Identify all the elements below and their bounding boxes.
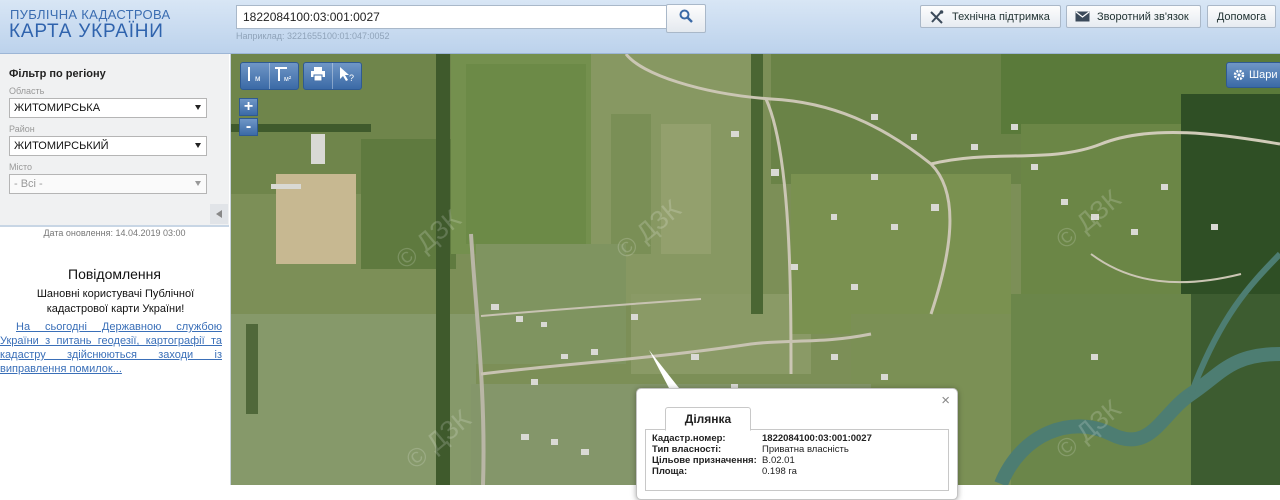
parcel-row-value: 1822084100:03:001:0027 (762, 433, 872, 444)
region-select[interactable]: ЖИТОМИРСЬКА (9, 98, 207, 118)
search-button[interactable] (666, 4, 706, 33)
area-m-icon: м² (273, 65, 295, 88)
feedback-button[interactable]: Зворотний зв'язок (1066, 5, 1201, 28)
tab-parcel[interactable]: Ділянка (665, 407, 751, 431)
district-select-value: ЖИТОМИРСЬКИЙ (14, 140, 109, 152)
parcel-row-key: Площа: (652, 466, 688, 477)
city-label: Місто (9, 162, 33, 172)
parcel-info-popup: × Ділянка Кадастр.номер: 1822084100:03:0… (636, 388, 958, 500)
svg-text:м²: м² (284, 76, 292, 83)
support-button[interactable]: Технічна підтримка (920, 5, 1061, 28)
district-select[interactable]: ЖИТОМИРСЬКИЙ (9, 136, 207, 156)
filter-title: Фільтр по регіону (9, 68, 106, 80)
dropdown-arrow-icon (195, 143, 201, 148)
print-button[interactable] (304, 63, 333, 89)
search-hint: Наприклад: 3221655100:01:047:0052 (236, 31, 390, 41)
update-date: Дата оновлення: 14.04.2019 03:00 (43, 228, 186, 238)
search-icon (679, 9, 693, 28)
ruler-m-icon: м (244, 65, 266, 88)
logo-main-text[interactable]: КАРТА УКРАЇНИ (9, 21, 164, 43)
dropdown-arrow-icon (195, 181, 201, 186)
region-filter: Фільтр по регіону Область ЖИТОМИРСЬКА Ра… (0, 54, 229, 227)
measure-area-button[interactable]: м² (270, 63, 298, 89)
parcel-row-value: Приватна власність (762, 444, 849, 455)
chevron-left-icon (216, 205, 222, 223)
parcel-row-value: 0.198 га (762, 466, 797, 477)
measure-toolbar: м м² (240, 62, 299, 90)
logo-top-text[interactable]: ПУБЛІЧНА КАДАСТРОВА (10, 7, 170, 22)
cadastral-search-input[interactable] (236, 5, 672, 29)
close-icon[interactable]: × (941, 392, 950, 409)
city-select-value: - Всі - (14, 178, 43, 190)
notice-link[interactable]: На сьогодні Державною службою України з … (0, 320, 222, 376)
layers-button-label: Шари (1249, 69, 1278, 81)
svg-text:?: ? (349, 73, 354, 82)
region-label: Область (9, 86, 45, 96)
feedback-button-label: Зворотний зв'язок (1097, 10, 1189, 23)
city-select[interactable]: - Всі - (9, 174, 207, 194)
identify-button[interactable]: ? (333, 63, 361, 89)
help-button-label: Допомога (1216, 10, 1267, 23)
parcel-details: Кадастр.номер: 1822084100:03:001:0027 Ти… (645, 430, 949, 491)
header: ПУБЛІЧНА КАДАСТРОВА КАРТА УКРАЇНИ Наприк… (0, 0, 1280, 54)
notice-text: Шановні користувачі Публічної кадастрово… (36, 288, 195, 315)
layers-button[interactable]: Шари (1226, 62, 1280, 88)
svg-text:м: м (255, 74, 261, 83)
dropdown-arrow-icon (195, 105, 201, 110)
region-select-value: ЖИТОМИРСЬКА (14, 102, 101, 114)
print-identify-toolbar: ? (303, 62, 362, 90)
zoom-out-button[interactable]: - (239, 118, 258, 136)
collapse-sidebar-button[interactable] (210, 204, 228, 224)
gear-icon (1233, 69, 1245, 81)
parcel-row-key: Кадастр.номер: (652, 433, 726, 444)
identify-icon: ? (338, 66, 356, 87)
tools-icon (929, 9, 945, 24)
district-label: Район (9, 124, 35, 134)
parcel-row-key: Тип власності: (652, 444, 722, 455)
print-icon (310, 66, 326, 86)
notice-title: Повідомлення (68, 266, 161, 282)
zoom-in-button[interactable]: + (239, 98, 258, 116)
envelope-icon (1075, 11, 1090, 22)
help-button[interactable]: Допомога (1207, 5, 1276, 28)
sidebar: Фільтр по регіону Область ЖИТОМИРСЬКА Ра… (0, 54, 231, 485)
support-button-label: Технічна підтримка (952, 10, 1050, 23)
parcel-row-value: В.02.01 (762, 455, 795, 466)
measure-distance-button[interactable]: м (241, 63, 270, 89)
parcel-row-key: Цільове призначення: (652, 455, 757, 466)
